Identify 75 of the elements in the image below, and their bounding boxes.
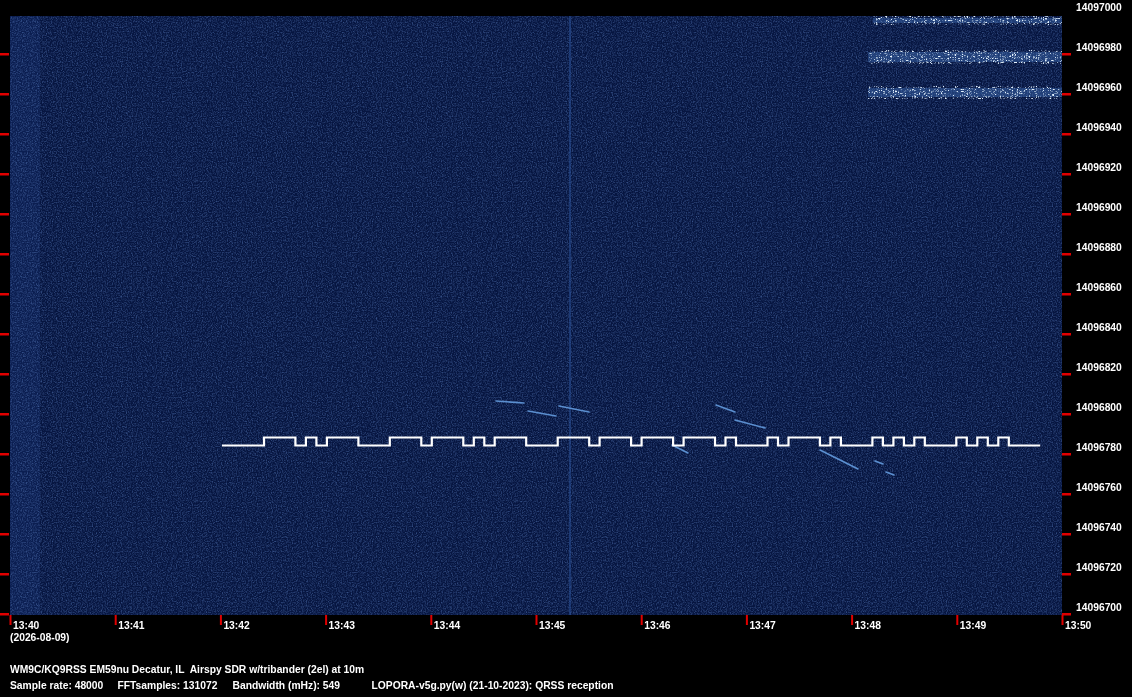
tick-mark — [1062, 253, 1071, 256]
frequency-label: 14096840 — [1076, 322, 1122, 334]
tick-mark — [430, 615, 433, 625]
frequency-label: 14097000 — [1076, 2, 1122, 14]
tick-mark — [0, 333, 9, 336]
time-label: 13:42 — [223, 620, 250, 631]
station-info: WM9C/KQ9RSS EM59nu Decatur, IL Airspy SDR w/tribander (2el) at 10m — [10, 664, 365, 676]
time-label: 13:41 — [118, 620, 145, 631]
time-label: 13:46 — [644, 620, 671, 631]
frequency-label: 14096820 — [1076, 362, 1122, 374]
tick-mark — [1062, 413, 1071, 416]
tick-mark — [114, 615, 117, 625]
tick-mark — [1062, 53, 1071, 56]
tick-mark — [1062, 213, 1071, 216]
time-label: 13:49 — [959, 620, 987, 631]
tick-mark — [0, 173, 9, 176]
tick-mark — [0, 53, 9, 56]
faint-streak — [819, 449, 859, 470]
tick-mark — [0, 93, 9, 96]
frequency-label: 14096800 — [1076, 402, 1122, 414]
tick-mark — [0, 453, 9, 456]
tick-mark — [745, 615, 748, 625]
frequency-label: 14096980 — [1076, 42, 1122, 54]
info-text: FFTsamples: 131072 — [117, 680, 218, 692]
tick-mark — [0, 493, 9, 496]
tick-mark — [1062, 493, 1071, 496]
info-text: Sample rate: 48000 — [10, 680, 104, 692]
tick-mark — [0, 533, 9, 536]
frequency-label: 14096760 — [1076, 482, 1122, 494]
faint-streak — [734, 419, 766, 429]
time-label: 13:50 — [1065, 620, 1092, 631]
frequency-label: 14096700 — [1076, 602, 1122, 614]
tick-mark — [851, 615, 854, 625]
tick-mark — [0, 413, 9, 416]
tick-mark — [1062, 573, 1071, 576]
time-label: 13:48 — [854, 620, 881, 631]
tick-mark — [956, 615, 959, 625]
tick-mark — [0, 373, 9, 376]
faint-streak — [671, 444, 689, 454]
tick-mark — [219, 615, 222, 625]
info-text: LOPORA-v5g.py(w) (21-10-2023): QRSS reception — [371, 680, 614, 692]
tick-mark — [0, 293, 9, 296]
time-label: 13:43 — [328, 620, 355, 631]
frequency-label: 14096900 — [1076, 202, 1122, 214]
time-label: 13:45 — [539, 620, 566, 631]
time-label: 13:40 — [13, 620, 40, 631]
tick-mark — [1062, 293, 1071, 296]
frequency-label: 14096940 — [1076, 122, 1122, 134]
tick-mark — [1062, 533, 1071, 536]
tick-mark — [1062, 333, 1071, 336]
tick-mark — [0, 573, 9, 576]
tick-mark — [535, 615, 538, 625]
tick-mark — [1062, 133, 1071, 136]
tick-mark — [0, 213, 9, 216]
tick-mark — [1062, 453, 1071, 456]
tick-mark — [1062, 93, 1071, 96]
frequency-label: 14096920 — [1076, 162, 1122, 174]
tick-mark — [1062, 373, 1071, 376]
date-label: (2026-08-09) — [10, 632, 70, 644]
frequency-label: 14096860 — [1076, 282, 1122, 294]
frequency-label: 14096880 — [1076, 242, 1122, 254]
faint-streak — [495, 400, 525, 404]
tick-mark — [0, 253, 9, 256]
frequency-label: 14096740 — [1076, 522, 1122, 534]
tick-mark — [0, 133, 9, 136]
time-label: 13:47 — [749, 620, 776, 631]
faint-streak — [715, 404, 736, 413]
tick-mark — [640, 615, 643, 625]
info-text: Bandwidth (mHz): 549 — [232, 680, 341, 692]
frequency-label: 14096780 — [1076, 442, 1122, 454]
frequency-label: 14096720 — [1076, 562, 1122, 574]
frequency-label: 14096960 — [1076, 82, 1122, 94]
tick-mark — [1062, 173, 1071, 176]
time-label: 13:44 — [433, 620, 461, 631]
tick-mark — [325, 615, 328, 625]
